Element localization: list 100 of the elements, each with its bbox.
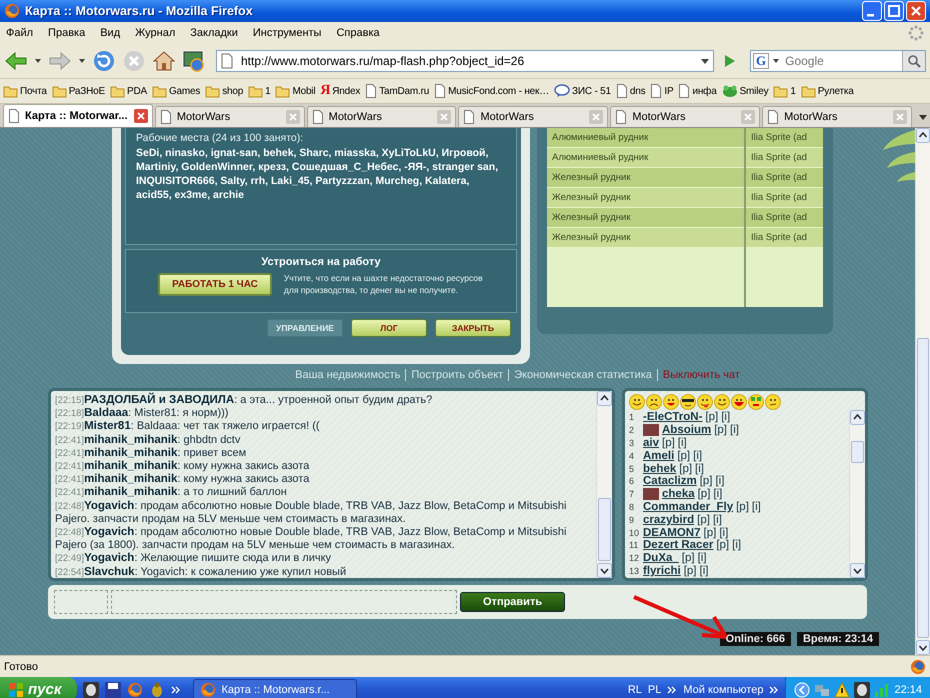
user-action-link[interactable]: [p] <box>700 475 712 488</box>
user-action-link[interactable]: [i] <box>719 526 728 539</box>
firefox-icon[interactable] <box>127 682 144 698</box>
tab[interactable]: MotorWars <box>762 106 912 127</box>
bookmark[interactable]: ЯЯndex <box>320 84 360 98</box>
reload-icon[interactable] <box>92 49 116 73</box>
bookmark[interactable]: Почта <box>3 84 47 98</box>
smiley-icon[interactable] <box>765 394 781 410</box>
user-action-link[interactable]: [p] <box>716 539 730 552</box>
toolbar-label[interactable]: Мой компьютер <box>683 684 764 696</box>
bookmark[interactable]: инфа <box>678 84 717 98</box>
address-input[interactable]: http://www.motorwars.ru/map-flash.php?object_id=26 <box>239 53 695 69</box>
bookmark[interactable]: Smiley <box>722 84 768 98</box>
smiley-icon[interactable] <box>731 394 747 410</box>
tray-expand-icon[interactable] <box>794 682 810 698</box>
user-link[interactable]: Cataclizm <box>643 475 697 488</box>
scroll-down-icon[interactable] <box>850 563 865 578</box>
start-button[interactable]: пуск <box>0 677 78 698</box>
floppy-icon[interactable] <box>105 682 122 698</box>
bookmark[interactable]: Рулетка <box>800 84 854 98</box>
bookmark[interactable]: 1 <box>248 84 270 98</box>
caret-icon[interactable] <box>78 57 86 65</box>
panel-button[interactable]: ЛОГ <box>351 319 427 337</box>
user-action-link[interactable]: [p] <box>705 411 718 424</box>
bookmark[interactable]: Games <box>152 84 200 98</box>
bookmark[interactable]: dns <box>616 84 646 98</box>
address-field[interactable]: http://www.motorwars.ru/map-flash.php?object_id=26 <box>216 50 714 72</box>
user-action-link[interactable]: [p] <box>677 450 690 462</box>
tab[interactable]: MotorWars <box>610 106 760 127</box>
user-action-link[interactable]: [i] <box>678 436 687 449</box>
menu-item[interactable]: Справка <box>336 27 380 39</box>
menu-item[interactable]: Журнал <box>135 27 176 39</box>
user-link[interactable]: aiv <box>643 436 659 449</box>
panel-button[interactable]: ЗАКРЫТЬ <box>435 319 511 337</box>
menu-item[interactable]: Файл <box>6 27 34 39</box>
smiley-icon[interactable] <box>714 394 730 410</box>
dropdown-caret-icon[interactable] <box>700 56 710 66</box>
user-action-link[interactable]: [i] <box>712 514 722 526</box>
scrollbar-thumb[interactable] <box>917 338 929 638</box>
user-action-link[interactable]: [i] <box>698 552 707 564</box>
menu-item[interactable]: Инструменты <box>252 27 322 39</box>
caret-icon[interactable] <box>34 57 42 65</box>
user-action-link[interactable]: [i] <box>713 488 722 500</box>
user-action-link[interactable]: [i] <box>730 424 739 436</box>
smiley-icon[interactable] <box>646 394 662 410</box>
user-action-link[interactable]: [p] <box>698 488 710 500</box>
bookmark[interactable]: TamDam.ru <box>365 84 430 98</box>
scroll-down-icon[interactable] <box>916 640 930 655</box>
smiley-icon[interactable] <box>663 394 679 410</box>
search-input[interactable]: Google <box>783 53 899 69</box>
scrollbar[interactable] <box>596 391 612 578</box>
tab[interactable]: MotorWars <box>306 106 456 127</box>
scroll-up-icon[interactable] <box>850 410 865 425</box>
tab[interactable]: MotorWars <box>154 106 305 127</box>
page-scrollbar[interactable] <box>915 128 930 655</box>
user-link[interactable]: DEAMON7 <box>643 526 701 539</box>
chevron-icon[interactable] <box>667 684 678 694</box>
tab[interactable]: MotorWars <box>458 106 608 127</box>
work-button[interactable]: РАБОТАТЬ 1 ЧАС <box>158 272 272 296</box>
smiley-icon[interactable] <box>680 394 696 410</box>
bookmark[interactable]: shop <box>205 84 244 98</box>
user-action-link[interactable]: [i] <box>721 411 730 424</box>
user-action-link[interactable]: [i] <box>695 462 704 475</box>
scroll-up-icon[interactable] <box>916 128 930 143</box>
message-field[interactable] <box>111 590 457 614</box>
chevron-icon[interactable] <box>171 684 182 694</box>
menu-item[interactable]: Закладки <box>190 27 238 39</box>
search-field[interactable]: G Google <box>750 50 926 72</box>
warning-icon[interactable] <box>834 682 850 698</box>
user-link[interactable]: Absoium <box>662 424 712 436</box>
bookmark[interactable]: IP <box>650 84 674 98</box>
tab-close-icon[interactable] <box>134 109 148 123</box>
bookmark[interactable]: Mobil <box>275 84 316 98</box>
user-action-link[interactable]: [i] <box>752 500 761 513</box>
back-arrow-icon[interactable] <box>4 49 28 73</box>
user-link[interactable]: cheka <box>662 488 695 500</box>
user-action-link[interactable]: [i] <box>700 564 708 577</box>
user-action-link[interactable]: [p] <box>682 552 695 564</box>
scrollbar[interactable] <box>849 410 865 578</box>
scrollbar-thumb[interactable] <box>598 498 611 561</box>
user-action-link[interactable]: [p] <box>697 514 710 526</box>
menu-item[interactable]: Вид <box>100 27 120 39</box>
scroll-up-icon[interactable] <box>597 391 612 406</box>
search-engine-label[interactable]: G <box>753 53 770 69</box>
user-action-link[interactable]: [p] <box>714 424 727 436</box>
language-indicator[interactable]: PL <box>648 684 662 696</box>
bookmark[interactable]: 1 <box>773 84 796 98</box>
home-icon[interactable] <box>152 49 176 73</box>
user-link[interactable]: Dezert Racer <box>643 539 714 552</box>
user-link[interactable]: behek <box>643 462 676 475</box>
chevron-icon[interactable] <box>769 684 780 694</box>
user-link[interactable]: Commander_Fly <box>643 500 734 513</box>
language-indicator[interactable]: RL <box>628 684 642 696</box>
scroll-down-icon[interactable] <box>597 563 612 578</box>
send-button[interactable]: Отправить <box>460 592 566 612</box>
bookmark[interactable]: PDA <box>110 84 147 98</box>
user-link[interactable]: flyrichi <box>643 564 681 577</box>
user-action-link[interactable]: [i] <box>715 475 724 488</box>
scrollbar-thumb[interactable] <box>851 441 864 463</box>
search-button[interactable] <box>902 51 925 71</box>
